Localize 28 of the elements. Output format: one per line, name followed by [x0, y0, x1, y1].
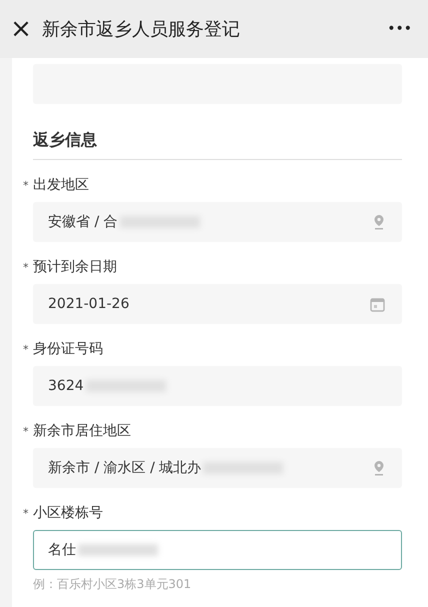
- field-label: 新余市居住地区: [33, 422, 131, 440]
- input-field[interactable]: 3624: [33, 366, 402, 406]
- field-label: 预计到余日期: [33, 258, 117, 276]
- close-button[interactable]: ×: [6, 14, 36, 44]
- location-pin-icon: [373, 214, 385, 230]
- field-value: 新余市 / 渝水区 / 城北办: [48, 459, 202, 477]
- field-value: 3624: [48, 378, 84, 394]
- calendar-icon: [370, 296, 385, 312]
- required-mark: *: [23, 507, 30, 520]
- section-title: 返乡信息: [33, 130, 402, 160]
- field-label: 小区楼栋号: [33, 504, 103, 522]
- required-mark: *: [23, 425, 30, 438]
- required-mark: *: [23, 343, 30, 356]
- required-mark: *: [23, 261, 30, 274]
- field-label: 出发地区: [33, 176, 89, 194]
- location-pin-icon: [373, 460, 385, 476]
- input-field[interactable]: 名仕: [33, 530, 402, 570]
- required-mark: *: [23, 179, 30, 192]
- field-value: 名仕: [48, 541, 76, 559]
- input-field[interactable]: 新余市 / 渝水区 / 城北办: [33, 448, 402, 488]
- field-value: 2021-01-26: [48, 296, 130, 312]
- window-title: 新余市返乡人员服务登记: [42, 18, 240, 41]
- field-value: 安徽省 / 合: [48, 213, 118, 231]
- field-label: 身份证号码: [33, 340, 103, 358]
- more-button[interactable]: •••: [383, 21, 416, 37]
- input-field[interactable]: 安徽省 / 合: [33, 202, 402, 242]
- hint-text: 例：百乐村小区3栋3单元301: [33, 576, 192, 593]
- input-field[interactable]: 2021-01-26: [33, 284, 402, 324]
